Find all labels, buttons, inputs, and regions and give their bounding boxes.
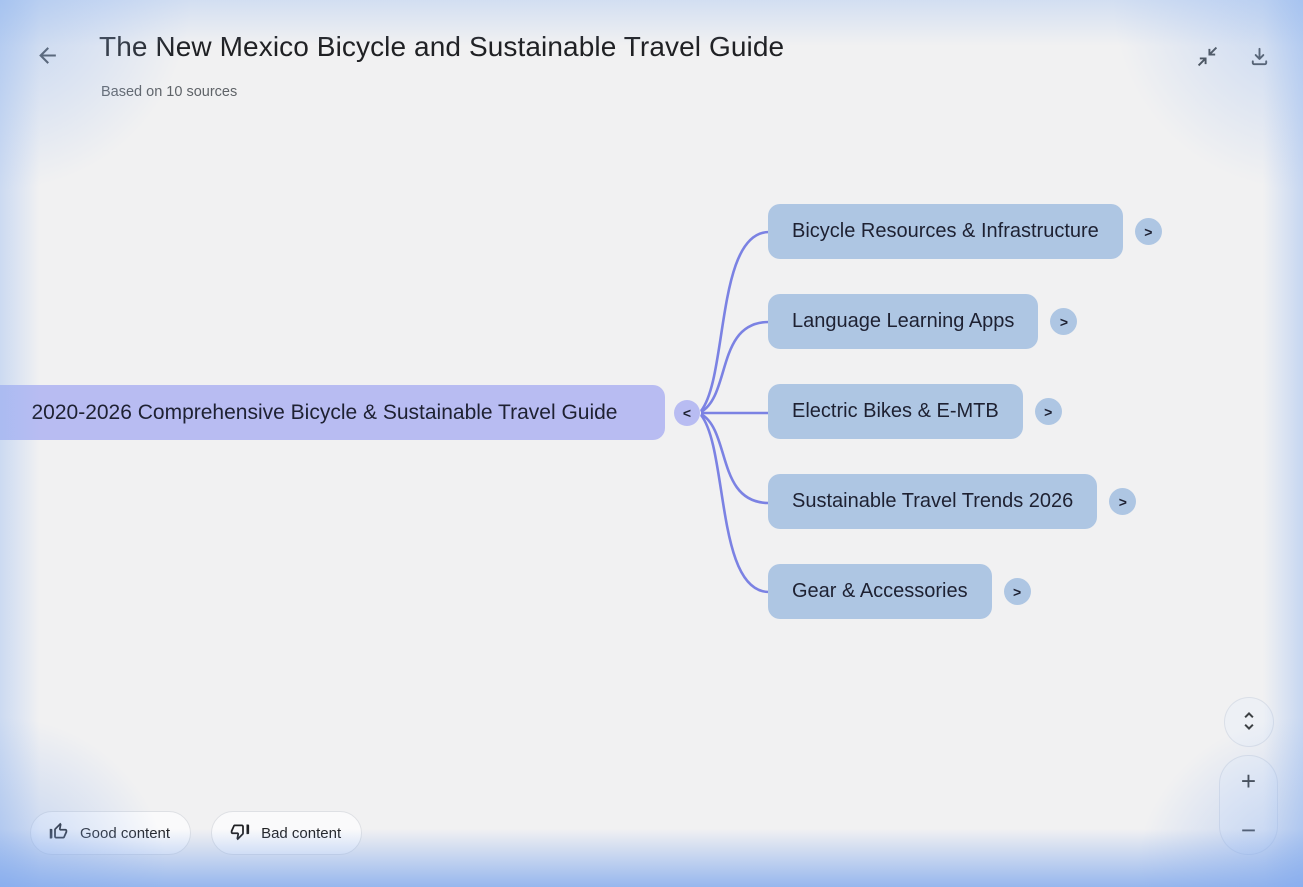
mindmap-child-node[interactable]: Language Learning Apps	[768, 294, 1038, 349]
mindmap-branch: Language Learning Apps >	[768, 294, 1077, 349]
connector-line	[701, 322, 769, 412]
root-collapse-button[interactable]: <	[674, 400, 700, 426]
good-content-button[interactable]: Good content	[30, 811, 191, 855]
bad-content-button[interactable]: Bad content	[211, 811, 362, 855]
header-actions	[1189, 38, 1277, 74]
zoom-control: + −	[1219, 755, 1278, 855]
collapse-view-button[interactable]	[1189, 38, 1225, 74]
mindmap-branch: Bicycle Resources & Infrastructure >	[768, 204, 1162, 259]
mindmap-child-node[interactable]: Bicycle Resources & Infrastructure	[768, 204, 1123, 259]
feedback-bar: Good content Bad content	[30, 811, 362, 855]
connector-line	[701, 232, 769, 411]
page-title: The New Mexico Bicycle and Sustainable T…	[99, 31, 784, 63]
mindmap-branch: Electric Bikes & E-MTB >	[768, 384, 1062, 439]
mindmap-child-node[interactable]: Gear & Accessories	[768, 564, 992, 619]
arrow-left-icon	[35, 43, 60, 68]
connector-line	[701, 414, 769, 503]
mindmap-child-node[interactable]: Sustainable Travel Trends 2026	[768, 474, 1097, 529]
zoom-out-button[interactable]: −	[1220, 805, 1277, 854]
child-expand-button[interactable]: >	[1135, 218, 1162, 245]
zoom-in-button[interactable]: +	[1220, 756, 1277, 805]
child-expand-button[interactable]: >	[1035, 398, 1062, 425]
source-count: Based on 10 sources	[101, 84, 237, 100]
mindmap-canvas[interactable]: 2020-2026 Comprehensive Bicycle & Sustai…	[0, 0, 1303, 887]
bad-content-label: Bad content	[261, 825, 341, 842]
collapse-icon	[1196, 45, 1219, 68]
mindmap-branch: Sustainable Travel Trends 2026 >	[768, 474, 1136, 529]
mindmap-root-node[interactable]: 2020-2026 Comprehensive Bicycle & Sustai…	[0, 385, 665, 440]
download-icon	[1248, 45, 1271, 68]
unfold-more-icon	[1237, 709, 1261, 736]
connector-line	[701, 415, 769, 592]
thumb-up-icon	[48, 821, 69, 846]
mindmap-child-node[interactable]: Electric Bikes & E-MTB	[768, 384, 1023, 439]
expand-collapse-all-button[interactable]	[1224, 697, 1274, 747]
child-expand-button[interactable]: >	[1004, 578, 1031, 605]
child-expand-button[interactable]: >	[1109, 488, 1136, 515]
thumb-down-icon	[229, 821, 250, 846]
download-button[interactable]	[1241, 38, 1277, 74]
connector-lines	[0, 0, 1303, 887]
child-expand-button[interactable]: >	[1050, 308, 1077, 335]
good-content-label: Good content	[80, 825, 170, 842]
mindmap-branch: Gear & Accessories >	[768, 564, 1031, 619]
back-button[interactable]	[28, 36, 66, 74]
